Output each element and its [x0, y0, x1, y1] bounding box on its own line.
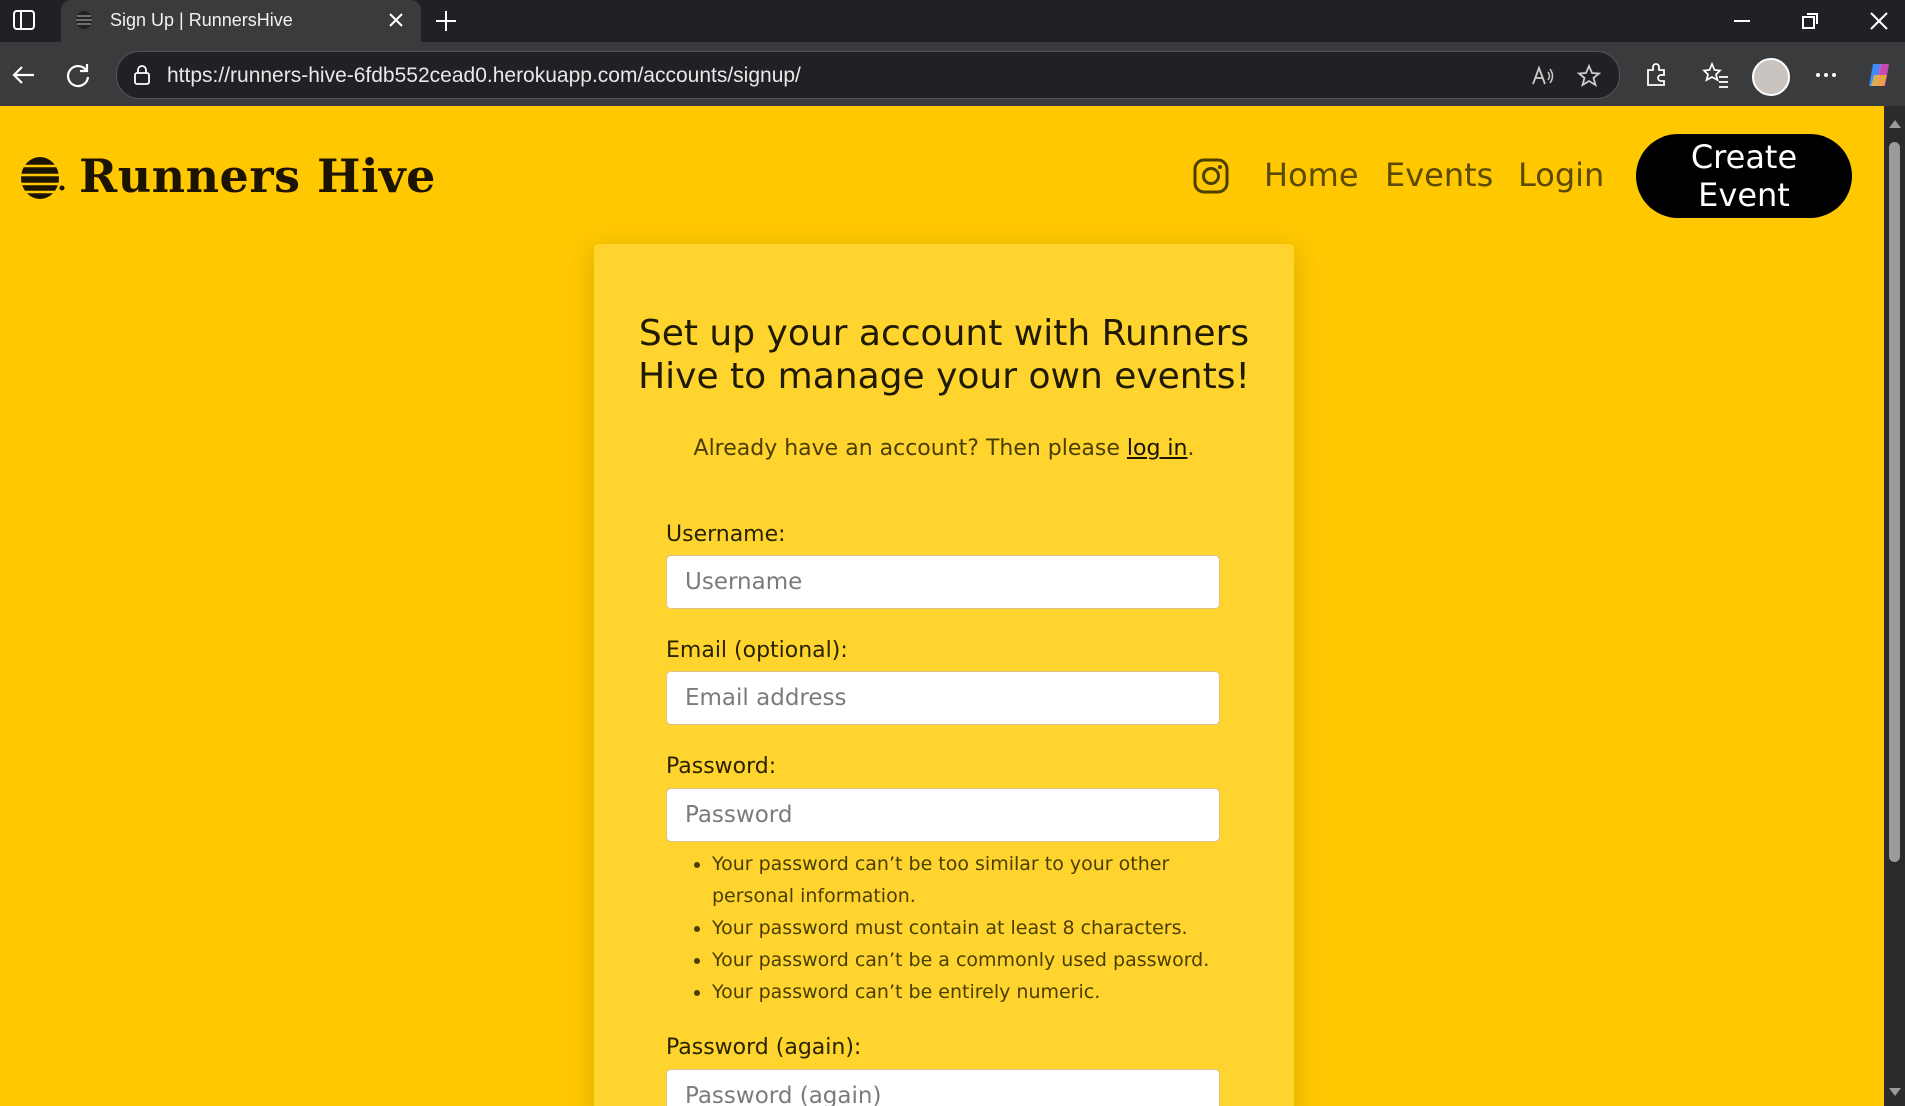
back-arrow-icon[interactable]: [10, 61, 38, 89]
nav-events-link[interactable]: Events: [1385, 156, 1493, 194]
extensions-puzzle-icon[interactable]: [1642, 61, 1670, 89]
signup-card: Set up your account with Runners Hive to…: [594, 244, 1294, 1106]
read-aloud-icon[interactable]: [1530, 63, 1556, 89]
login-prompt-text: Already have an account? Then please: [693, 436, 1127, 461]
create-event-button[interactable]: Create Event: [1636, 134, 1852, 218]
login-prompt: Already have an account? Then please log…: [614, 436, 1274, 461]
password-help-item: Your password can’t be entirely numeric.: [712, 976, 1252, 1008]
username-label: Username:: [666, 522, 786, 547]
close-window-icon[interactable]: [1866, 8, 1892, 34]
url-bar[interactable]: https://runners-hive-6fdb552cead0.heroku…: [116, 51, 1620, 99]
scroll-down-arrow-icon[interactable]: [1889, 1088, 1901, 1096]
beehive-logo-icon[interactable]: [18, 150, 66, 202]
close-tab-icon[interactable]: [385, 9, 407, 31]
nav-login-link[interactable]: Login: [1518, 156, 1604, 194]
instagram-icon[interactable]: [1192, 157, 1230, 195]
page: Runners Hive Home Events Login Create Ev…: [0, 106, 1884, 1106]
browser-tab-bar: Sign Up | RunnersHive: [0, 0, 1905, 42]
password-help-item: Your password can’t be too similar to yo…: [712, 848, 1252, 912]
password-help-item: Your password must contain at least 8 ch…: [712, 912, 1252, 944]
login-link[interactable]: log in: [1127, 436, 1188, 461]
page-scrollbar[interactable]: [1884, 106, 1905, 1106]
password-again-input[interactable]: [666, 1069, 1220, 1106]
scroll-up-arrow-icon[interactable]: [1889, 120, 1901, 128]
password-input[interactable]: [666, 788, 1220, 842]
url-text[interactable]: https://runners-hive-6fdb552cead0.heroku…: [167, 64, 801, 88]
more-options-icon[interactable]: [1812, 61, 1840, 89]
restore-icon[interactable]: [1797, 8, 1823, 34]
tab-title: Sign Up | RunnersHive: [110, 10, 293, 30]
favorites-list-icon[interactable]: [1702, 61, 1730, 89]
browser-address-bar: https://runners-hive-6fdb552cead0.heroku…: [0, 42, 1905, 106]
new-tab-icon[interactable]: [433, 8, 459, 34]
site-info-lock-icon[interactable]: [131, 64, 153, 86]
browser-tab-active[interactable]: Sign Up | RunnersHive: [61, 0, 421, 42]
password-label: Password:: [666, 754, 777, 779]
password-help-item: Your password can’t be a commonly used p…: [712, 944, 1252, 976]
password-help-list: Your password can’t be too similar to yo…: [690, 848, 1252, 1008]
email-label: Email (optional):: [666, 638, 848, 663]
minimize-icon[interactable]: [1729, 8, 1755, 34]
email-input[interactable]: [666, 671, 1220, 725]
reload-icon[interactable]: [64, 61, 92, 89]
login-prompt-period: .: [1187, 436, 1195, 461]
favorite-star-icon[interactable]: [1576, 63, 1602, 89]
copilot-icon[interactable]: [1865, 61, 1893, 89]
beehive-favicon-icon: [76, 11, 92, 29]
password-again-label: Password (again):: [666, 1035, 862, 1060]
signup-heading: Set up your account with Runners Hive to…: [638, 313, 1250, 397]
scrollbar-thumb[interactable]: [1889, 142, 1900, 862]
sidebar-toggle-icon[interactable]: [12, 9, 36, 31]
brand-title[interactable]: Runners Hive: [79, 149, 436, 203]
nav-home-link[interactable]: Home: [1264, 156, 1359, 194]
username-input[interactable]: [666, 555, 1220, 609]
profile-avatar[interactable]: [1752, 58, 1790, 96]
